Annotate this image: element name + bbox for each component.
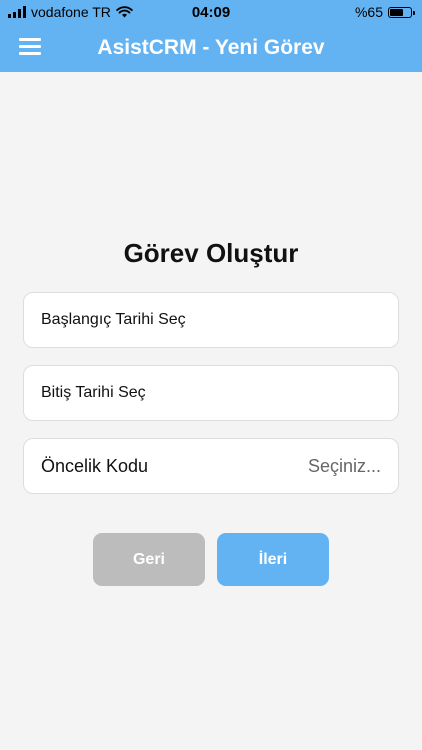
battery-percent: %65	[354, 4, 383, 20]
navigation-bar: AsistCRM - Yeni Görev	[0, 24, 422, 72]
back-button[interactable]: Geri	[93, 533, 205, 586]
next-button[interactable]: İleri	[217, 533, 329, 586]
start-date-field[interactable]: Başlangıç Tarihi Seç	[23, 292, 399, 348]
top-bar: vodafone TR 04:09 %65 AsistCRM - Yeni Gö…	[0, 0, 422, 72]
form-title: Görev Oluştur	[123, 238, 299, 268]
end-date-field[interactable]: Bitiş Tarihi Seç	[23, 365, 399, 421]
status-bar: vodafone TR 04:09 %65	[0, 0, 422, 24]
priority-value: Seçiniz...	[307, 455, 381, 476]
start-date-label: Başlangıç Tarihi Seç	[41, 311, 186, 328]
priority-label: Öncelik Kodu	[41, 455, 149, 476]
battery-icon	[388, 6, 415, 18]
priority-select[interactable]: Öncelik Kodu Seçiniz...	[23, 438, 399, 494]
status-right: %65	[354, 4, 415, 20]
page-title: AsistCRM - Yeni Görev	[97, 36, 325, 59]
battery-fill	[390, 8, 403, 16]
end-date-label: Bitiş Tarihi Seç	[41, 384, 146, 401]
